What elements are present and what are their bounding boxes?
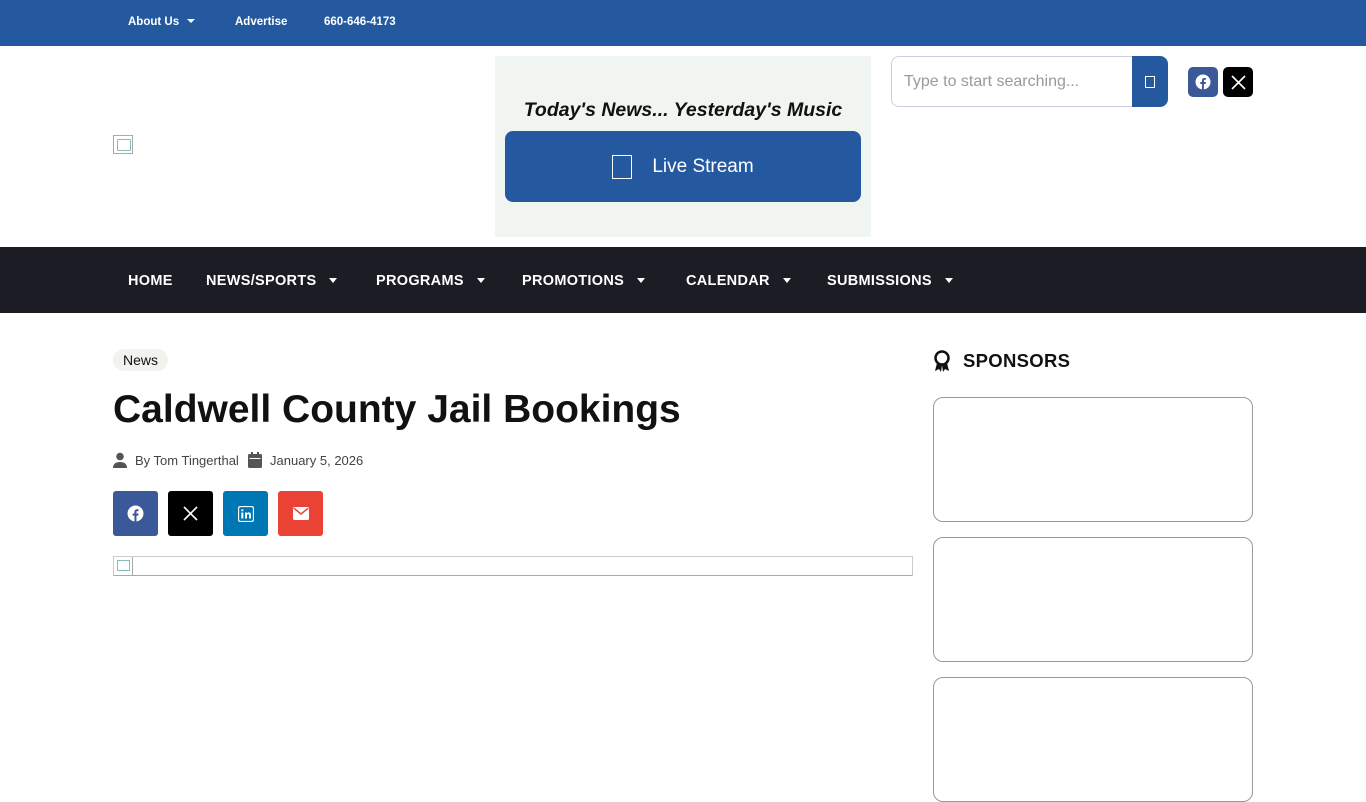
nav-news-sports[interactable]: NEWS/SPORTS	[206, 273, 338, 289]
nav-promotions-label: PROMOTIONS	[522, 273, 625, 289]
article-title: Caldwell County Jail Bookings	[113, 388, 681, 431]
station-tagline: Today's News... Yesterday's Music	[523, 99, 843, 121]
date-meta: January 5, 2026	[248, 452, 363, 468]
nav-programs[interactable]: PROGRAMS	[376, 273, 485, 289]
top-bar: About Us Advertise 660-646-4173	[0, 0, 1366, 46]
sponsors-heading: SPONSORS	[933, 350, 1070, 372]
calendar-icon	[248, 452, 262, 468]
share-facebook-button[interactable]	[113, 491, 158, 536]
featured-image	[113, 556, 913, 576]
sponsor-card[interactable]	[933, 397, 1253, 522]
play-icon	[612, 154, 633, 179]
nav-calendar[interactable]: CALENDAR	[686, 273, 791, 289]
about-us-label: About Us	[128, 16, 180, 28]
advertise-link[interactable]: Advertise	[235, 16, 287, 28]
site-logo[interactable]	[113, 135, 133, 154]
nav-calendar-label: CALENDAR	[686, 273, 770, 289]
sponsor-card[interactable]	[933, 537, 1253, 662]
linkedin-icon	[237, 505, 254, 522]
share-x-button[interactable]	[168, 491, 213, 536]
x-icon	[1230, 74, 1246, 90]
live-stream-label: Live Stream	[652, 155, 754, 177]
chevron-down-icon	[476, 277, 485, 283]
share-linkedin-button[interactable]	[223, 491, 268, 536]
facebook-icon	[127, 505, 144, 522]
search-button[interactable]	[1132, 56, 1168, 107]
chevron-down-icon	[329, 277, 338, 283]
chevron-down-icon	[637, 277, 646, 283]
x-icon	[183, 506, 198, 521]
sponsor-card[interactable]	[933, 677, 1253, 802]
nav-submissions-label: SUBMISSIONS	[827, 273, 932, 289]
nav-promotions[interactable]: PROMOTIONS	[522, 273, 646, 289]
search-form	[891, 56, 1168, 107]
author-meta[interactable]: By Tom Tingerthal	[113, 452, 239, 468]
search-input[interactable]	[891, 56, 1133, 107]
user-icon	[113, 452, 127, 468]
search-icon	[1145, 75, 1155, 88]
sponsors-title: SPONSORS	[963, 350, 1071, 371]
phone-link[interactable]: 660-646-4173	[324, 16, 396, 28]
live-stream-button[interactable]: Live Stream	[505, 131, 861, 202]
envelope-icon	[292, 507, 309, 520]
facebook-link[interactable]	[1188, 67, 1218, 97]
main-navigation: HOME NEWS/SPORTS PROGRAMS PROMOTIONS CAL…	[0, 247, 1366, 313]
about-us-menu[interactable]: About Us	[128, 16, 196, 28]
category-tag[interactable]: News	[113, 349, 169, 371]
live-stream-promo: Today's News... Yesterday's Music Live S…	[495, 56, 871, 237]
share-email-button[interactable]	[278, 491, 323, 536]
award-icon	[934, 350, 950, 372]
facebook-icon	[1195, 74, 1211, 90]
chevron-down-icon	[944, 277, 953, 283]
nav-submissions[interactable]: SUBMISSIONS	[827, 273, 953, 289]
nav-home[interactable]: HOME	[128, 273, 173, 289]
nav-programs-label: PROGRAMS	[376, 273, 464, 289]
publish-date: January 5, 2026	[270, 452, 364, 468]
author-name: By Tom Tingerthal	[135, 452, 239, 468]
chevron-down-icon	[187, 18, 196, 23]
chevron-down-icon	[782, 277, 791, 283]
x-link[interactable]	[1223, 67, 1253, 97]
nav-news-sports-label: NEWS/SPORTS	[206, 273, 317, 289]
